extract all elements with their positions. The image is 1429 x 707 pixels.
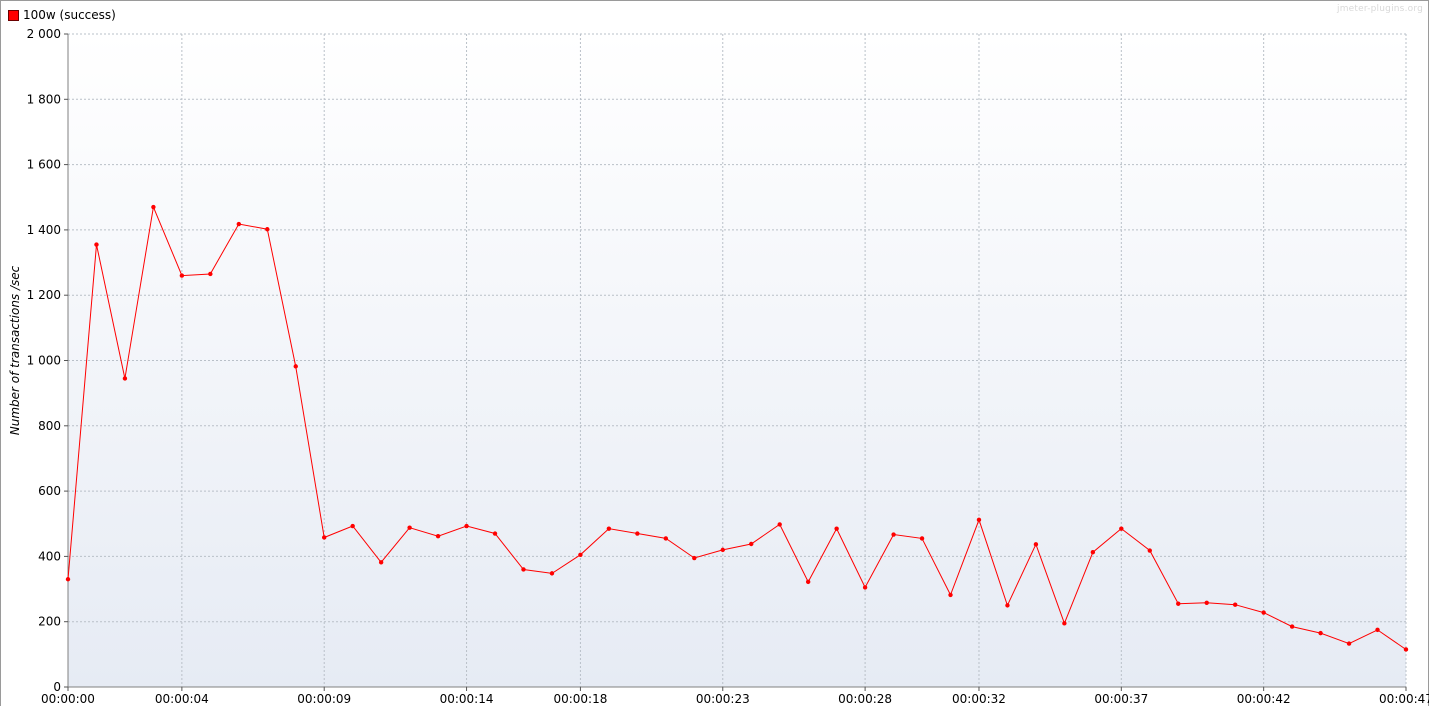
data-point <box>1375 627 1380 633</box>
data-point <box>1346 641 1352 646</box>
y-tick-label: 1 400 <box>27 223 61 237</box>
data-point <box>265 227 270 232</box>
x-tick-label: 00:00:47 <box>1379 692 1429 706</box>
data-point <box>1005 603 1010 608</box>
data-point <box>65 577 71 582</box>
y-tick-label: 800 <box>38 419 61 433</box>
data-point <box>1090 549 1096 555</box>
data-point <box>1119 526 1124 531</box>
y-axis-title: Number of transactions /sec <box>8 265 22 435</box>
data-point <box>1318 630 1323 636</box>
x-tick-label: 00:00:04 <box>155 692 209 706</box>
data-point <box>891 532 896 537</box>
data-point <box>1033 542 1039 547</box>
data-point <box>1062 621 1067 626</box>
y-axis-ticks: 02004006008001 0001 2001 4001 6001 8002 … <box>27 27 68 694</box>
data-point <box>378 560 384 565</box>
y-tick-label: 1 200 <box>27 288 61 302</box>
data-point <box>948 592 953 598</box>
data-point <box>862 585 868 590</box>
data-point <box>322 535 327 540</box>
x-tick-label: 00:00:42 <box>1237 692 1291 706</box>
data-point <box>1403 647 1409 652</box>
data-point <box>1289 624 1295 629</box>
data-point <box>208 271 213 277</box>
x-tick-label: 00:00:18 <box>553 692 607 706</box>
data-point <box>151 204 156 210</box>
data-point <box>236 221 242 227</box>
data-point <box>663 536 669 541</box>
x-tick-label: 00:00:14 <box>440 692 494 706</box>
y-tick-label: 1 600 <box>27 158 61 172</box>
data-point <box>606 526 612 531</box>
data-point <box>1147 548 1152 553</box>
data-point <box>720 547 725 553</box>
data-point <box>94 242 99 247</box>
x-axis-ticks: 00:00:00 00:00:04 00:00:09 00:00:14 00:00:18… <box>41 687 1429 706</box>
data-point <box>1176 601 1181 606</box>
y-tick-label: 2 000 <box>27 27 61 41</box>
y-tick-label: 600 <box>38 484 61 498</box>
data-point <box>435 533 441 539</box>
data-point <box>521 567 526 572</box>
line-chart: 02004006008001 0001 2001 4001 6001 8002 … <box>8 27 1429 706</box>
data-point <box>407 525 412 530</box>
y-tick-label: 1 800 <box>27 92 61 106</box>
data-point <box>549 571 555 576</box>
data-point <box>1261 610 1266 615</box>
data-point <box>293 364 298 369</box>
data-point <box>976 517 982 523</box>
x-tick-label: 00:00:28 <box>838 692 892 706</box>
data-point <box>834 526 839 531</box>
data-point <box>919 536 925 541</box>
data-point <box>805 579 811 585</box>
data-point <box>492 531 498 536</box>
data-point <box>749 541 754 547</box>
x-tick-label: 00:00:37 <box>1094 692 1148 706</box>
data-point <box>350 523 355 529</box>
y-tick-label: 1 000 <box>27 354 61 368</box>
data-point <box>179 273 185 278</box>
data-point <box>692 555 697 561</box>
x-tick-label: 00:00:00 <box>41 692 95 706</box>
x-tick-label: 00:00:09 <box>297 692 351 706</box>
data-point <box>122 376 128 381</box>
y-tick-label: 200 <box>38 615 61 629</box>
x-tick-label: 00:00:23 <box>696 692 750 706</box>
y-tick-label: 400 <box>38 549 61 563</box>
data-point <box>1204 600 1209 605</box>
data-point <box>1232 602 1238 607</box>
x-tick-label: 00:00:32 <box>952 692 1006 706</box>
data-point <box>464 523 469 529</box>
data-point <box>578 552 583 557</box>
data-point <box>777 522 782 527</box>
data-point <box>635 531 640 536</box>
